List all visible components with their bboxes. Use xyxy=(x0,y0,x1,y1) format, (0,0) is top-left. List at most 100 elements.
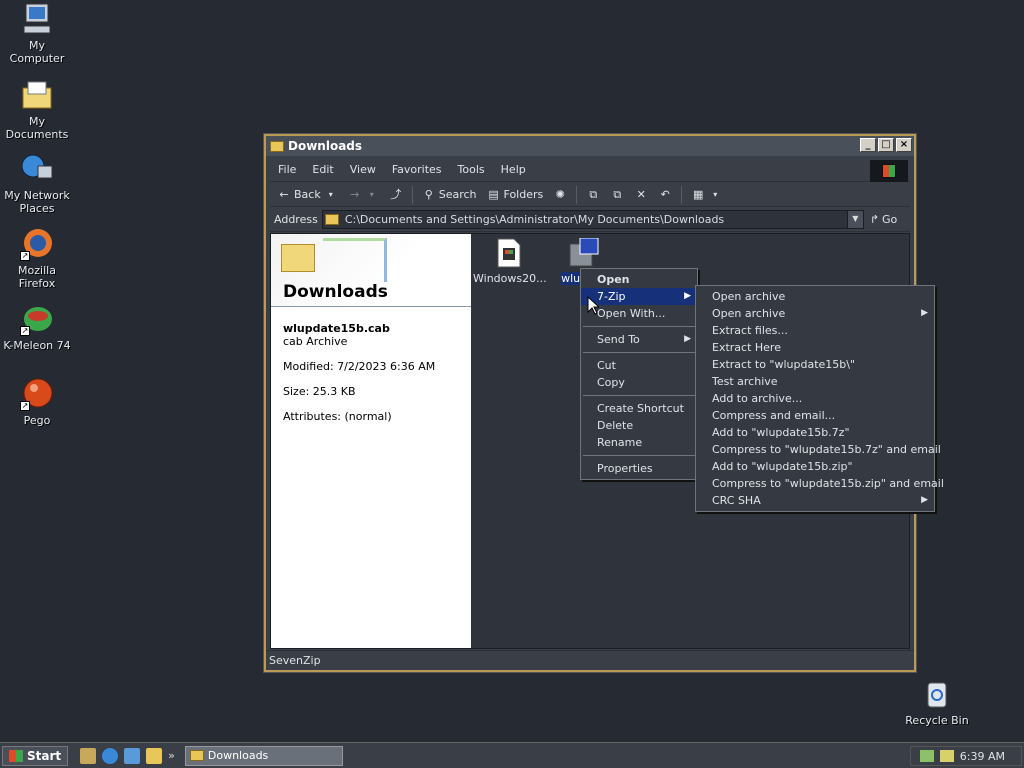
maximize-button[interactable]: □ xyxy=(878,138,894,152)
menu-item-copy[interactable]: Copy xyxy=(581,374,697,391)
start-label: Start xyxy=(27,748,62,763)
menu-item-rename[interactable]: Rename xyxy=(581,434,697,451)
start-button[interactable]: Start xyxy=(2,745,69,766)
minimize-button[interactable]: _ xyxy=(860,138,876,152)
taskbar: Start » Downloads 6:39 AM xyxy=(0,742,1024,768)
menu-help[interactable]: Help xyxy=(493,163,534,176)
menu-separator xyxy=(583,352,695,353)
desktop-icon-recycle-bin[interactable]: Recycle Bin xyxy=(900,677,974,727)
outlook-express-icon[interactable] xyxy=(124,747,141,764)
file-size: Size: 25.3 KB xyxy=(283,385,356,398)
up-folder-button[interactable]: ⤴ xyxy=(386,185,406,205)
submenu-item-compress-zip-email[interactable]: Compress to "wlupdate15b.zip" and email xyxy=(696,475,944,492)
network-icon xyxy=(20,152,54,186)
folders-button[interactable]: ▤ Folders xyxy=(484,185,547,205)
submenu-item-open-archive[interactable]: Open archive xyxy=(696,288,934,305)
quick-launch: » xyxy=(80,747,175,764)
views-button[interactable]: ▦ ▾ xyxy=(688,185,725,205)
menu-separator xyxy=(583,326,695,327)
menu-item-send-to[interactable]: Send To ▶ xyxy=(581,331,697,348)
file-modified: Modified: 7/2/2023 6:36 AM xyxy=(283,360,436,373)
internet-explorer-icon[interactable] xyxy=(102,747,119,764)
delete-icon: ✕ xyxy=(636,187,646,201)
up-folder-icon: ⤴ xyxy=(390,187,402,201)
history-button[interactable]: ✺ xyxy=(550,185,570,205)
desktop-icon-my-network-places[interactable]: My Network Places xyxy=(0,152,74,215)
desktop-icon-label: My Network Places xyxy=(4,189,70,215)
submenu-item-add-to-zip[interactable]: Add to "wlupdate15b.zip" xyxy=(696,458,934,475)
desktop-icon-label: Pego xyxy=(23,414,51,427)
address-field[interactable]: C:\Documents and Settings\Administrator\… xyxy=(321,210,864,229)
go-button[interactable]: ↱ Go xyxy=(870,213,897,226)
menu-edit[interactable]: Edit xyxy=(304,163,341,176)
menu-item-cut[interactable]: Cut xyxy=(581,357,697,374)
delete-button[interactable]: ✕ xyxy=(631,185,651,205)
window-title: Downloads xyxy=(288,139,363,153)
menu-item-7zip-label: 7-Zip xyxy=(597,290,626,303)
chevron-down-icon[interactable]: ▾ xyxy=(365,188,379,202)
folders-label: Folders xyxy=(503,188,544,201)
details-pane-title: Downloads xyxy=(283,282,388,302)
submenu-item-compress-and-email[interactable]: Compress and email... xyxy=(696,407,934,424)
file-type: cab Archive xyxy=(283,335,348,348)
quick-launch-overflow-icon[interactable]: » xyxy=(168,749,175,762)
desktop-icon-label: Mozilla Firefox xyxy=(18,264,56,290)
system-tray: 6:39 AM xyxy=(910,746,1022,766)
menu-item-open[interactable]: Open xyxy=(581,271,697,288)
file-name: wlupdate15b.cab xyxy=(283,322,390,335)
menu-item-delete[interactable]: Delete xyxy=(581,417,697,434)
submenu-item-add-to-archive[interactable]: Add to archive... xyxy=(696,390,934,407)
submenu-item-extract-here[interactable]: Extract Here xyxy=(696,339,934,356)
submenu-item-crc-sha-label: CRC SHA xyxy=(712,494,761,507)
menu-view[interactable]: View xyxy=(342,163,384,176)
address-dropdown-button[interactable]: ▼ xyxy=(846,211,863,228)
copy-to-button[interactable]: ⧉ xyxy=(607,185,627,205)
submenu-item-add-to-7z[interactable]: Add to "wlupdate15b.7z" xyxy=(696,424,934,441)
forward-button[interactable]: → ▾ xyxy=(345,185,382,205)
file-label: Windows20... xyxy=(473,272,547,285)
submenu-arrow-icon: ▶ xyxy=(684,291,691,301)
menu-tools[interactable]: Tools xyxy=(450,163,493,176)
submenu-item-open-archive-more[interactable]: Open archive ▶ xyxy=(696,305,934,322)
menu-file[interactable]: File xyxy=(270,163,304,176)
desktop-icon-my-documents[interactable]: My Documents xyxy=(0,78,74,141)
desktop-icon-my-computer[interactable]: My Computer xyxy=(0,2,74,65)
large-folder-icon xyxy=(281,244,315,272)
pego-icon: ↗ xyxy=(20,377,54,411)
desktop-icon-k-meleon[interactable]: ↗ K-Meleon 74 xyxy=(0,302,74,352)
title-bar[interactable]: Downloads _ □ × xyxy=(266,136,914,156)
clock[interactable]: 6:39 AM xyxy=(960,750,1005,763)
move-to-button[interactable]: ⧉ xyxy=(583,185,603,205)
7zip-submenu: Open archive Open archive ▶ Extract file… xyxy=(695,285,944,512)
explorer-icon[interactable] xyxy=(146,747,163,764)
chevron-down-icon[interactable]: ▾ xyxy=(708,188,722,202)
chevron-down-icon[interactable]: ▾ xyxy=(324,188,338,202)
file-item[interactable]: Windows20... xyxy=(473,238,547,285)
documents-folder-icon xyxy=(20,78,54,112)
undo-button[interactable]: ↶ xyxy=(655,185,675,205)
back-button[interactable]: ← Back ▾ xyxy=(274,185,341,205)
back-label: Back xyxy=(294,188,321,201)
toolbar-separator xyxy=(681,185,683,204)
desktop-icon-pego[interactable]: ↗ Pego xyxy=(0,377,74,427)
mouse-cursor-icon xyxy=(587,296,599,315)
show-desktop-icon[interactable] xyxy=(80,747,97,764)
submenu-item-compress-7z-email[interactable]: Compress to "wlupdate15b.7z" and email xyxy=(696,441,941,458)
network-tray-icon[interactable] xyxy=(919,750,934,762)
submenu-item-test-archive[interactable]: Test archive xyxy=(696,373,934,390)
search-button[interactable]: ⚲ Search xyxy=(419,185,480,205)
history-icon: ✺ xyxy=(555,187,565,201)
menu-item-properties[interactable]: Properties xyxy=(581,460,697,477)
submenu-item-extract-to-folder[interactable]: Extract to "wlupdate15b\" xyxy=(696,356,934,373)
submenu-arrow-icon: ▶ xyxy=(684,334,691,344)
menu-item-create-shortcut[interactable]: Create Shortcut xyxy=(581,400,697,417)
toolbar: ← Back ▾ → ▾ ⤴ ⚲ Search ▤ Folders ✺ ⧉ ⧉ … xyxy=(270,183,910,207)
submenu-item-extract-files[interactable]: Extract files... xyxy=(696,322,934,339)
taskbar-button-downloads[interactable]: Downloads xyxy=(184,745,343,766)
cab-archive-icon xyxy=(568,237,599,268)
menu-favorites[interactable]: Favorites xyxy=(384,163,450,176)
volume-tray-icon[interactable] xyxy=(939,750,954,762)
submenu-item-crc-sha[interactable]: CRC SHA ▶ xyxy=(696,492,934,509)
close-button[interactable]: × xyxy=(896,138,912,152)
desktop-icon-mozilla-firefox[interactable]: ↗ Mozilla Firefox xyxy=(0,227,74,290)
